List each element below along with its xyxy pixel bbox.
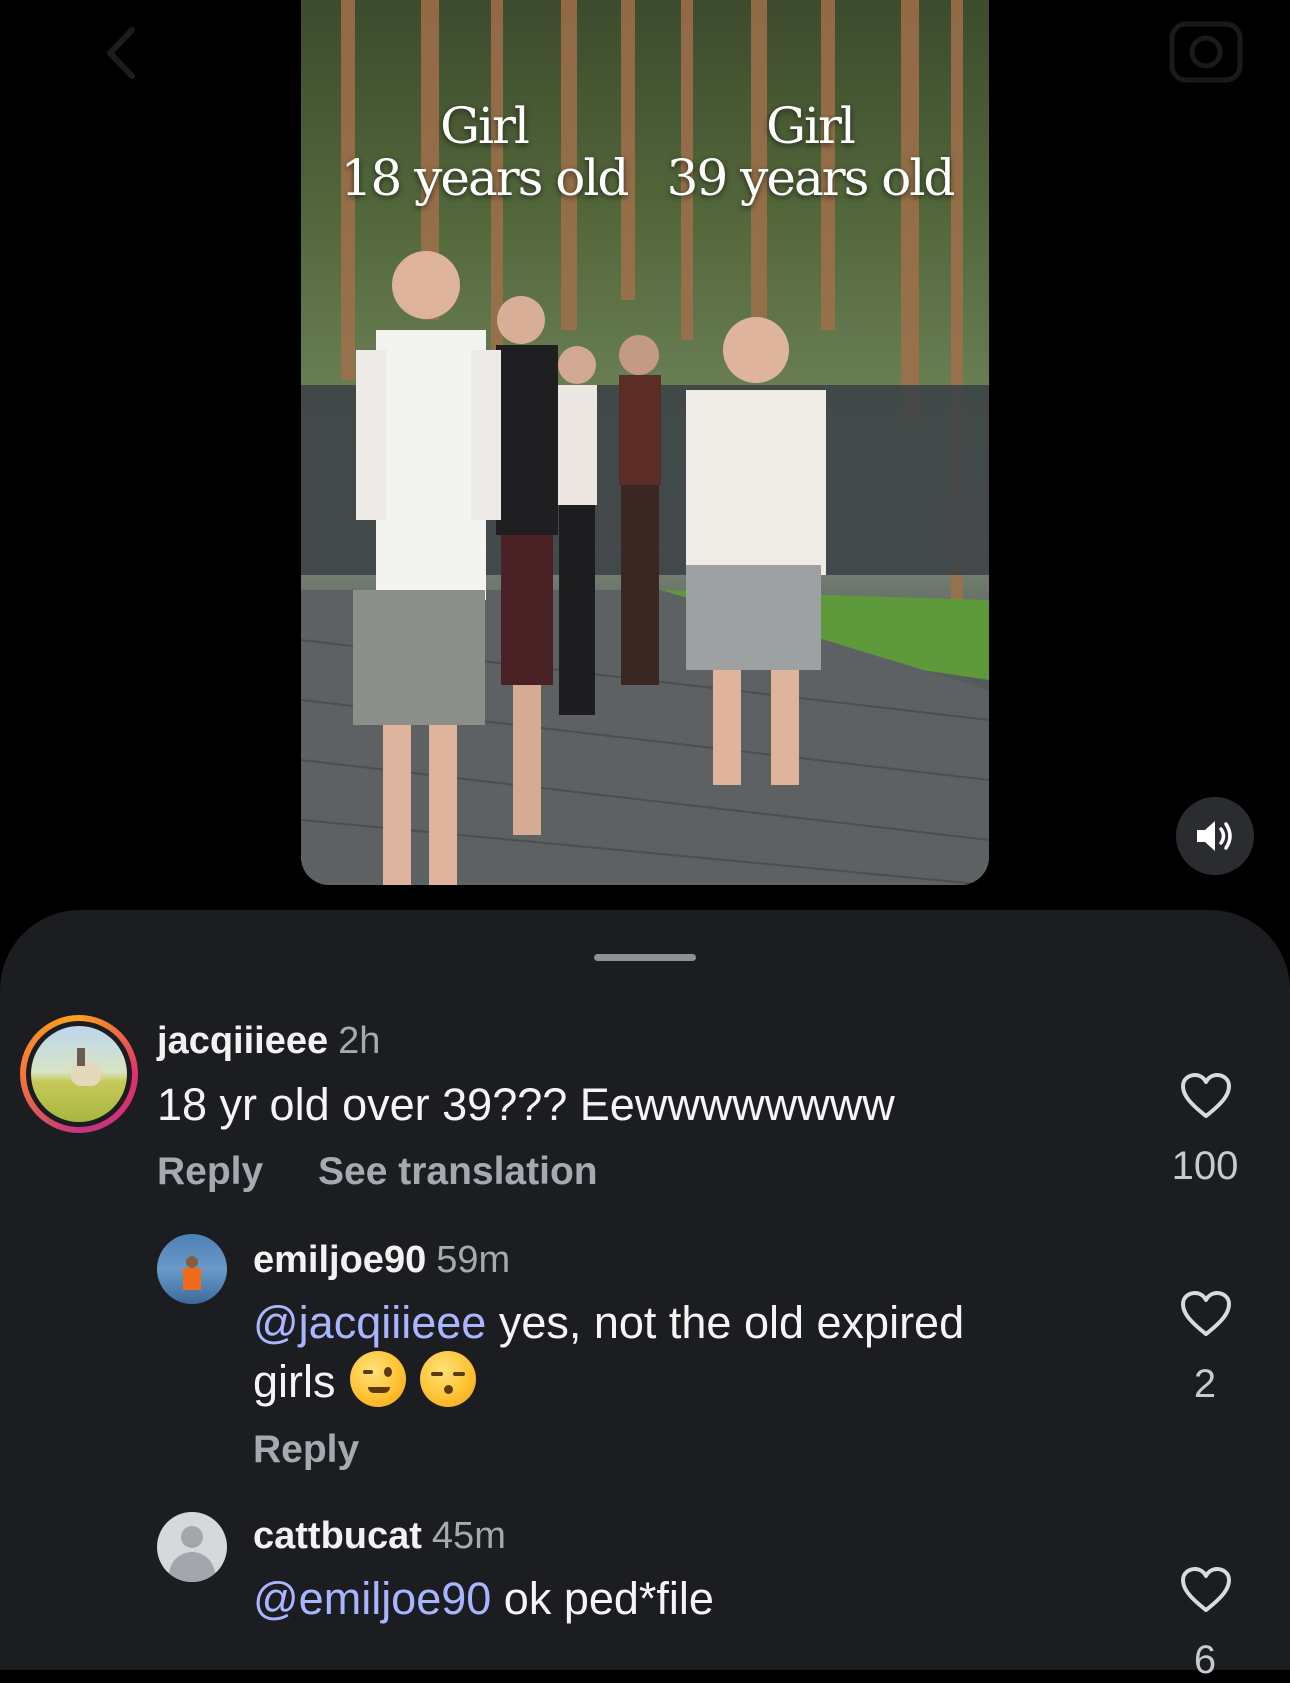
overlay-right-line1: Girl [766, 97, 856, 155]
chevron-left-icon [107, 27, 135, 79]
comment-item: cattbucat 45m @emiljoe90 ok ped*file 6 [0, 910, 1290, 1682]
overlay-left-line1: Girl [440, 97, 530, 155]
like-count: 6 [1193, 1638, 1217, 1682]
comments-sheet: jacqiiieee 2h 18 yr old over 39??? Eewwww… [0, 910, 1290, 1682]
overlay-right-line2: 39 years old [666, 149, 956, 207]
avatar[interactable] [157, 1512, 227, 1582]
mention-link[interactable]: @emiljoe90 [253, 1573, 491, 1624]
video-overlay-left: Girl 18 years old [339, 97, 630, 207]
sound-toggle-button[interactable] [1176, 797, 1254, 875]
video-player[interactable]: Girl 18 years old Girl 39 years old [301, 0, 989, 885]
comment-username[interactable]: cattbucat 45m [253, 1515, 506, 1558]
comment-time: 45m [431, 1515, 506, 1557]
camera-icon [1169, 21, 1243, 83]
comment-text: @emiljoe90 ok ped*file [253, 1573, 714, 1624]
camera-button[interactable] [1166, 10, 1246, 90]
video-overlay-right: Girl 39 years old [665, 97, 956, 207]
overlay-left-line2: 18 years old [340, 149, 630, 207]
back-button[interactable] [88, 18, 158, 88]
heart-outline-icon[interactable] [1180, 1566, 1232, 1614]
speaker-on-icon [1197, 821, 1232, 851]
